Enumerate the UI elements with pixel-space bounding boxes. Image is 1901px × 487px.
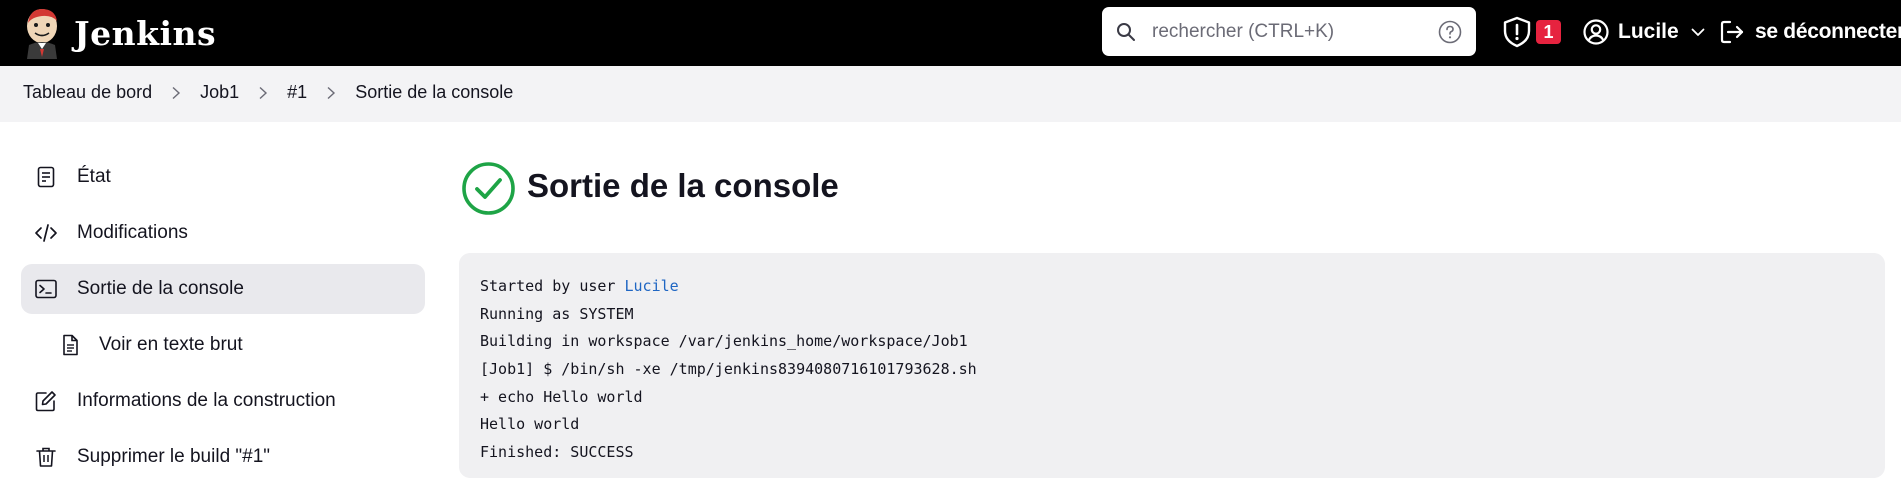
user-menu[interactable]: Lucile: [1583, 15, 1705, 49]
sidebar-item-label: Sortie de la console: [77, 278, 244, 299]
console-line: Running as SYSTEM: [480, 304, 634, 323]
terminal-icon: [35, 279, 57, 299]
chevron-right-icon: [259, 86, 268, 99]
console-line: Building in workspace /var/jenkins_home/…: [480, 332, 968, 351]
breadcrumb-build-1[interactable]: #1: [287, 82, 307, 103]
sidebar-item-label: Informations de la construction: [77, 390, 336, 411]
file-text-icon: [63, 334, 78, 356]
console-line: Hello world: [480, 415, 580, 434]
breadcrumb-job1[interactable]: Job1: [200, 82, 239, 103]
edit-icon: [35, 391, 56, 412]
security-alert-badge[interactable]: 1: [1536, 20, 1561, 44]
sidebar-item-label: Voir en texte brut: [99, 334, 243, 355]
breadcrumb: Tableau de bord Job1 #1 Sortie de la con…: [23, 82, 513, 103]
success-check-icon: [462, 162, 515, 215]
sidebar-item-changes[interactable]: Modifications: [21, 208, 425, 258]
sidebar: État Modifications Sortie de la console …: [21, 152, 425, 487]
help-icon[interactable]: [1438, 20, 1462, 44]
chevron-right-icon: [327, 86, 336, 99]
sidebar-item-build-info[interactable]: Informations de la construction: [21, 376, 425, 426]
search-icon: [1117, 23, 1135, 41]
page-title: Sortie de la console: [527, 167, 839, 204]
console-line: + echo Hello world: [480, 387, 643, 406]
logout-label: se déconnecter: [1755, 20, 1901, 43]
trash-icon: [36, 447, 56, 467]
jenkins-logo-icon: [27, 9, 57, 59]
console-output: Started by user Lucile Running as SYSTEM…: [459, 253, 1885, 478]
sidebar-item-console-output[interactable]: Sortie de la console: [21, 264, 425, 314]
chevron-down-icon: [1691, 28, 1705, 36]
user-avatar-icon: [1583, 19, 1609, 45]
sidebar-item-plain-text[interactable]: Voir en texte brut: [21, 320, 425, 370]
console-started-text: Started by user: [480, 277, 625, 295]
security-shield-icon[interactable]: [1502, 16, 1532, 48]
sidebar-item-label: Modifications: [77, 222, 188, 243]
jenkins-home-link[interactable]: Jenkins: [22, 6, 216, 60]
console-line: Started by user Lucile: [480, 273, 1864, 301]
top-header: Jenkins 1 Lucile: [0, 0, 1901, 66]
chevron-right-icon: [172, 86, 181, 99]
console-line: Finished: SUCCESS: [480, 443, 634, 462]
logout-icon: [1720, 20, 1744, 44]
code-icon: [35, 224, 57, 242]
logout-link[interactable]: se déconnecter: [1719, 15, 1901, 49]
breadcrumb-dashboard[interactable]: Tableau de bord: [23, 82, 152, 103]
search-input[interactable]: [1152, 17, 1422, 46]
search-box[interactable]: [1102, 7, 1476, 56]
sidebar-item-label: Supprimer le build "#1": [77, 446, 271, 467]
sidebar-item-status[interactable]: État: [21, 152, 425, 202]
console-line: [Job1] $ /bin/sh -xe /tmp/jenkins8394080…: [480, 360, 977, 379]
document-icon: [37, 166, 55, 188]
breadcrumb-console-output[interactable]: Sortie de la console: [355, 82, 513, 103]
brand-name: Jenkins: [74, 13, 217, 53]
user-link[interactable]: Lucile: [625, 277, 679, 295]
sidebar-item-delete-build[interactable]: Supprimer le build "#1": [21, 432, 425, 482]
sidebar-item-label: État: [77, 166, 111, 187]
user-name: Lucile: [1618, 20, 1679, 43]
breadcrumb-bar: Tableau de bord Job1 #1 Sortie de la con…: [0, 66, 1901, 122]
